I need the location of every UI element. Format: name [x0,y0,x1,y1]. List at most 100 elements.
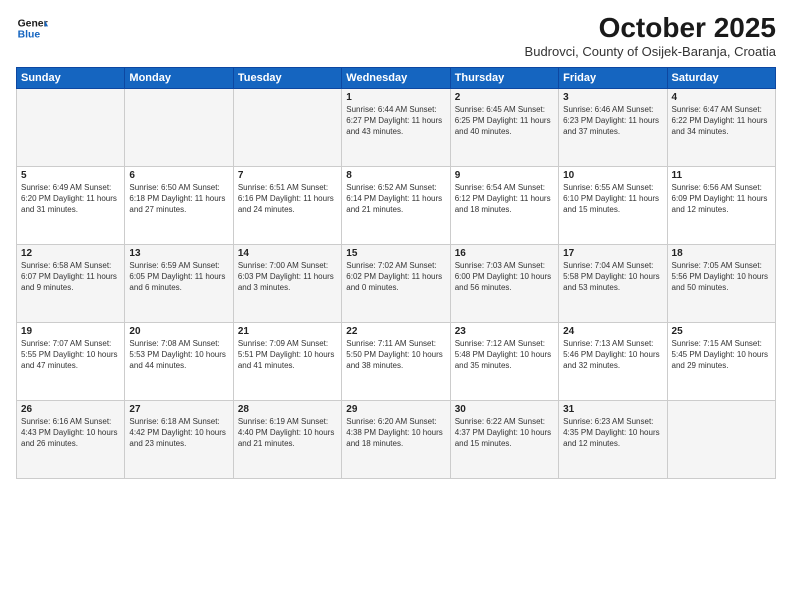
cell-date-number: 24 [563,326,662,337]
cell-info-text: Sunrise: 6:54 AM Sunset: 6:12 PM Dayligh… [455,183,554,215]
calendar-cell [17,89,125,167]
calendar-page: General Blue October 2025 Budrovci, Coun… [0,0,792,612]
calendar-cell: 3 Sunrise: 6:46 AM Sunset: 6:23 PM Daylig… [559,89,667,167]
cell-info-text: Sunrise: 7:07 AM Sunset: 5:55 PM Dayligh… [21,339,120,371]
calendar-cell: 31 Sunrise: 6:23 AM Sunset: 4:35 PM Dayli… [559,401,667,479]
cell-info-text: Sunrise: 7:03 AM Sunset: 6:00 PM Dayligh… [455,261,554,293]
cell-date-number: 14 [238,248,337,259]
cell-info-text: Sunrise: 7:09 AM Sunset: 5:51 PM Dayligh… [238,339,337,371]
calendar-week-3: 12Sunrise: 6:58 AM Sunset: 6:07 PM Dayli… [17,245,776,323]
cell-info-text: Sunrise: 7:00 AM Sunset: 6:03 PM Dayligh… [238,261,337,293]
cell-info-text: Sunrise: 6:20 AM Sunset: 4:38 PM Dayligh… [346,417,445,449]
calendar-cell: 25Sunrise: 7:15 AM Sunset: 5:45 PM Dayli… [667,323,775,401]
calendar-cell: 10 Sunrise: 6:55 AM Sunset: 6:10 PM Dayli… [559,167,667,245]
cell-date-number: 18 [672,248,771,259]
cell-info-text: Sunrise: 7:13 AM Sunset: 5:46 PM Dayligh… [563,339,662,371]
calendar-cell: 8 Sunrise: 6:52 AM Sunset: 6:14 PM Daylig… [342,167,450,245]
cell-date-number: 7 [238,170,337,181]
cell-info-text: Sunrise: 6:49 AM Sunset: 6:20 PM Dayligh… [21,183,120,215]
calendar-week-5: 26Sunrise: 6:16 AM Sunset: 4:43 PM Dayli… [17,401,776,479]
cell-info-text: Sunrise: 6:16 AM Sunset: 4:43 PM Dayligh… [21,417,120,449]
cell-info-text: Sunrise: 6:55 AM Sunset: 6:10 PM Dayligh… [563,183,662,215]
cell-date-number: 29 [346,404,445,415]
calendar-cell: 6 Sunrise: 6:50 AM Sunset: 6:18 PM Daylig… [125,167,233,245]
title-block: October 2025 Budrovci, County of Osijek-… [525,12,776,59]
cell-info-text: Sunrise: 6:50 AM Sunset: 6:18 PM Dayligh… [129,183,228,215]
calendar-table: Sunday Monday Tuesday Wednesday Thursday… [16,67,776,479]
cell-info-text: Sunrise: 6:47 AM Sunset: 6:22 PM Dayligh… [672,105,771,137]
header: General Blue October 2025 Budrovci, Coun… [16,12,776,59]
cell-date-number: 11 [672,170,771,181]
cell-date-number: 19 [21,326,120,337]
col-wednesday: Wednesday [342,68,450,89]
calendar-cell: 15 Sunrise: 7:02 AM Sunset: 6:02 PM Dayli… [342,245,450,323]
calendar-cell: 18Sunrise: 7:05 AM Sunset: 5:56 PM Dayli… [667,245,775,323]
cell-date-number: 1 [346,92,445,103]
cell-info-text: Sunrise: 6:59 AM Sunset: 6:05 PM Dayligh… [129,261,228,293]
cell-date-number: 31 [563,404,662,415]
calendar-cell: 7Sunrise: 6:51 AM Sunset: 6:16 PM Daylig… [233,167,341,245]
cell-date-number: 23 [455,326,554,337]
calendar-cell: 30Sunrise: 6:22 AM Sunset: 4:37 PM Dayli… [450,401,558,479]
calendar-cell: 9 Sunrise: 6:54 AM Sunset: 6:12 PM Daylig… [450,167,558,245]
calendar-cell: 20 Sunrise: 7:08 AM Sunset: 5:53 PM Dayli… [125,323,233,401]
cell-date-number: 6 [129,170,228,181]
cell-date-number: 4 [672,92,771,103]
cell-info-text: Sunrise: 6:22 AM Sunset: 4:37 PM Dayligh… [455,417,554,449]
calendar-cell: 13 Sunrise: 6:59 AM Sunset: 6:05 PM Dayli… [125,245,233,323]
calendar-cell: 2Sunrise: 6:45 AM Sunset: 6:25 PM Daylig… [450,89,558,167]
calendar-cell: 14 Sunrise: 7:00 AM Sunset: 6:03 PM Dayli… [233,245,341,323]
logo-icon: General Blue [16,12,48,44]
calendar-cell: 5 Sunrise: 6:49 AM Sunset: 6:20 PM Daylig… [17,167,125,245]
cell-info-text: Sunrise: 6:52 AM Sunset: 6:14 PM Dayligh… [346,183,445,215]
cell-date-number: 8 [346,170,445,181]
cell-date-number: 10 [563,170,662,181]
calendar-cell: 24 Sunrise: 7:13 AM Sunset: 5:46 PM Dayli… [559,323,667,401]
calendar-cell: 26Sunrise: 6:16 AM Sunset: 4:43 PM Dayli… [17,401,125,479]
col-tuesday: Tuesday [233,68,341,89]
calendar-cell: 29 Sunrise: 6:20 AM Sunset: 4:38 PM Dayli… [342,401,450,479]
col-sunday: Sunday [17,68,125,89]
calendar-cell: 4 Sunrise: 6:47 AM Sunset: 6:22 PM Daylig… [667,89,775,167]
svg-text:Blue: Blue [18,30,41,41]
calendar-cell [125,89,233,167]
calendar-week-1: 1 Sunrise: 6:44 AM Sunset: 6:27 PM Daylig… [17,89,776,167]
cell-info-text: Sunrise: 7:11 AM Sunset: 5:50 PM Dayligh… [346,339,445,371]
calendar-cell: 16 Sunrise: 7:03 AM Sunset: 6:00 PM Dayli… [450,245,558,323]
cell-date-number: 17 [563,248,662,259]
calendar-week-2: 5 Sunrise: 6:49 AM Sunset: 6:20 PM Daylig… [17,167,776,245]
cell-info-text: Sunrise: 6:44 AM Sunset: 6:27 PM Dayligh… [346,105,445,137]
cell-info-text: Sunrise: 7:04 AM Sunset: 5:58 PM Dayligh… [563,261,662,293]
cell-date-number: 20 [129,326,228,337]
col-saturday: Saturday [667,68,775,89]
calendar-cell: 1 Sunrise: 6:44 AM Sunset: 6:27 PM Daylig… [342,89,450,167]
cell-info-text: Sunrise: 6:45 AM Sunset: 6:25 PM Dayligh… [455,105,554,137]
cell-info-text: Sunrise: 6:46 AM Sunset: 6:23 PM Dayligh… [563,105,662,137]
col-thursday: Thursday [450,68,558,89]
cell-info-text: Sunrise: 6:23 AM Sunset: 4:35 PM Dayligh… [563,417,662,449]
calendar-cell: 17 Sunrise: 7:04 AM Sunset: 5:58 PM Dayli… [559,245,667,323]
cell-info-text: Sunrise: 6:58 AM Sunset: 6:07 PM Dayligh… [21,261,120,293]
cell-date-number: 13 [129,248,228,259]
header-row: Sunday Monday Tuesday Wednesday Thursday… [17,68,776,89]
calendar-cell: 28Sunrise: 6:19 AM Sunset: 4:40 PM Dayli… [233,401,341,479]
col-monday: Monday [125,68,233,89]
cell-date-number: 9 [455,170,554,181]
calendar-cell [233,89,341,167]
cell-date-number: 5 [21,170,120,181]
cell-info-text: Sunrise: 7:15 AM Sunset: 5:45 PM Dayligh… [672,339,771,371]
col-friday: Friday [559,68,667,89]
cell-info-text: Sunrise: 7:08 AM Sunset: 5:53 PM Dayligh… [129,339,228,371]
calendar-cell: 21 Sunrise: 7:09 AM Sunset: 5:51 PM Dayli… [233,323,341,401]
calendar-cell: 19 Sunrise: 7:07 AM Sunset: 5:55 PM Dayli… [17,323,125,401]
cell-date-number: 21 [238,326,337,337]
cell-date-number: 3 [563,92,662,103]
calendar-cell [667,401,775,479]
cell-info-text: Sunrise: 7:02 AM Sunset: 6:02 PM Dayligh… [346,261,445,293]
logo: General Blue [16,12,48,44]
cell-date-number: 15 [346,248,445,259]
calendar-cell: 22Sunrise: 7:11 AM Sunset: 5:50 PM Dayli… [342,323,450,401]
calendar-cell: 27Sunrise: 6:18 AM Sunset: 4:42 PM Dayli… [125,401,233,479]
cell-date-number: 16 [455,248,554,259]
calendar-cell: 23Sunrise: 7:12 AM Sunset: 5:48 PM Dayli… [450,323,558,401]
